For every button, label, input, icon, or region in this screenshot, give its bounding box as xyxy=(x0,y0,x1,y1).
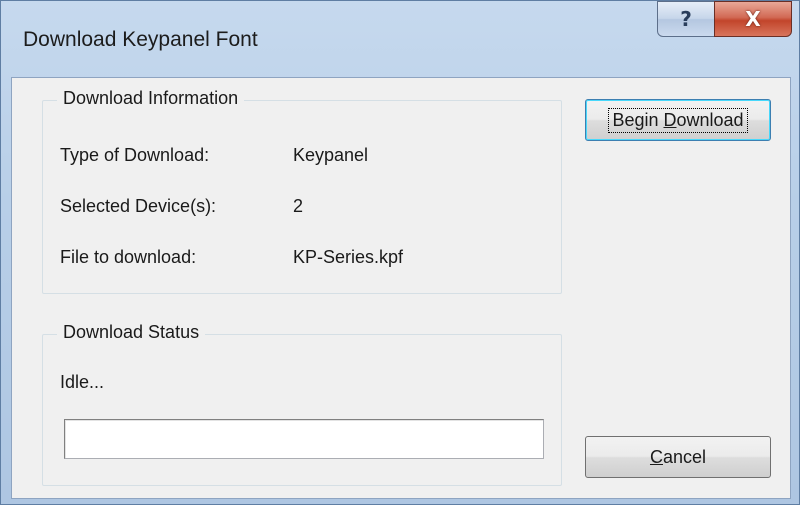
file-to-download-value: KP-Series.kpf xyxy=(293,247,404,267)
download-information-title: Download Information xyxy=(57,88,245,109)
download-progress-bar xyxy=(64,419,544,459)
type-of-download-label: Type of Download: xyxy=(60,145,210,165)
download-status-group: Download Status Idle... xyxy=(42,322,562,486)
title-bar[interactable]: Download Keypanel Font ? X xyxy=(1,1,800,77)
file-to-download-label: File to download: xyxy=(60,247,197,267)
download-information-group: Download Information Type of Download: K… xyxy=(42,88,562,294)
question-mark-icon: ? xyxy=(680,7,692,31)
selected-devices-label: Selected Device(s): xyxy=(60,196,217,216)
dialog-client-area: Download Information Type of Download: K… xyxy=(11,77,791,499)
status-text: Idle... xyxy=(60,372,105,392)
help-button[interactable]: ? xyxy=(657,1,715,37)
dialog-window: Download Keypanel Font ? X Download Info… xyxy=(0,0,800,505)
window-title: Download Keypanel Font xyxy=(23,28,258,51)
begin-download-label: Begin Download xyxy=(608,107,748,133)
cancel-button[interactable]: Cancel xyxy=(585,436,771,478)
selected-devices-value: 2 xyxy=(293,196,304,216)
cancel-label: Cancel xyxy=(649,446,707,467)
begin-download-button[interactable]: Begin Download xyxy=(585,99,771,141)
download-status-title: Download Status xyxy=(57,322,206,343)
close-button[interactable]: X xyxy=(714,1,792,37)
type-of-download-value: Keypanel xyxy=(293,145,369,165)
close-x-icon: X xyxy=(745,7,761,31)
